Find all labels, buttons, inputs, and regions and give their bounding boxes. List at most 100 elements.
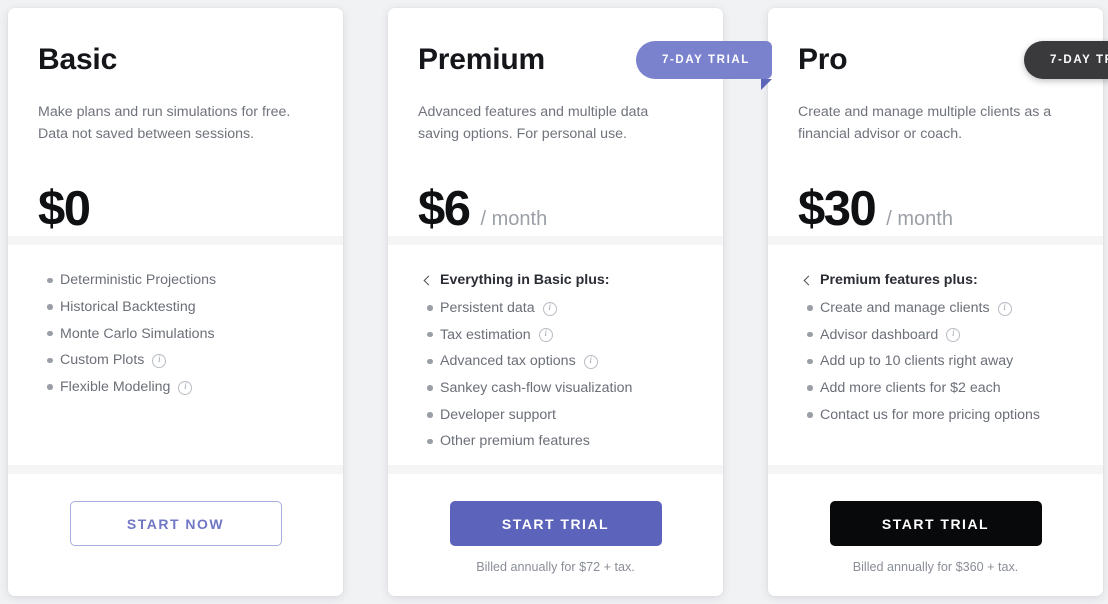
- feature-label: Add more clients for $2 each: [820, 380, 1001, 397]
- feature-label: Flexible Modeling: [60, 379, 171, 396]
- cta-button-basic[interactable]: START NOW: [69, 501, 282, 546]
- plan-price-period: / month: [480, 208, 548, 230]
- bullet-icon: [794, 385, 816, 391]
- plan-header: Premium 7-DAY TRIAL Advanced features and …: [388, 8, 772, 236]
- plan-header: Pro7-DAY TRIAL Create and manage multiple…: [768, 8, 1108, 236]
- bullet-icon: [414, 385, 436, 391]
- feature-item: Custom Plots i: [34, 347, 317, 374]
- bullet-icon: [414, 305, 436, 311]
- feature-item: Flexible Modeling i: [34, 374, 317, 401]
- info-icon[interactable]: i: [542, 301, 557, 316]
- feature-list: Deterministic Projections Historical Back…: [34, 267, 317, 400]
- billing-note: Billed annually for $72 + tax.: [476, 560, 635, 574]
- feature-label: Sankey cash-flow visualization: [440, 380, 633, 397]
- plan-title-row: Premium 7-DAY TRIAL: [418, 40, 772, 90]
- bullet-icon: [34, 357, 56, 364]
- plan-footer: START TRIAL Billed annually for $72 + tax…: [388, 474, 723, 596]
- plan-footer: START TRIAL Billed annually for $360 + ta…: [768, 474, 1103, 596]
- feature-label: Persistent data: [440, 300, 535, 317]
- bullet-glyph: [807, 331, 813, 338]
- feature-label: Advanced tax options: [440, 353, 576, 370]
- chevron-left-icon: [414, 275, 436, 286]
- bullet-icon: [794, 305, 816, 311]
- feature-item: Add up to 10 clients right away: [794, 348, 1077, 375]
- bullet-icon: [34, 277, 56, 284]
- plan-description: Advanced features and multiple data savi…: [418, 104, 649, 142]
- chevron-left-glyph: [803, 275, 814, 286]
- bullet-icon: [34, 330, 56, 337]
- feature-item: Other premium features: [414, 428, 697, 455]
- plan-price-amount: $6: [418, 182, 471, 236]
- plan-price-row: $6 / month: [418, 183, 693, 235]
- feature-label: Premium features plus:: [820, 272, 978, 289]
- cta-button-premium[interactable]: START TRIAL: [449, 501, 662, 546]
- feature-list: Everything in Basic plus: Persistent data…: [414, 267, 697, 455]
- bullet-icon: [34, 304, 56, 310]
- feature-label: Custom Plots: [60, 352, 145, 369]
- bullet-glyph: [47, 277, 53, 284]
- feature-label: Tax estimation: [440, 326, 531, 343]
- feature-label: Add up to 10 clients right away: [820, 353, 1014, 370]
- bullet-glyph: [807, 358, 813, 365]
- feature-item: Tax estimation i: [414, 321, 697, 348]
- trial-badge: 7-DAY TRIAL: [1024, 41, 1108, 79]
- feature-label: Monte Carlo Simulations: [60, 325, 215, 342]
- feature-item: Advanced tax options i: [414, 348, 697, 375]
- feature-label: Contact us for more pricing options: [820, 406, 1041, 423]
- plan-footer: START NOW: [8, 474, 343, 596]
- bullet-icon: [794, 331, 816, 338]
- feature-label: Other premium features: [440, 433, 590, 450]
- info-icon[interactable]: i: [178, 380, 193, 395]
- bullet-icon: [794, 412, 816, 418]
- bullet-icon: [414, 358, 436, 365]
- feature-item: Advisor dashboard i: [794, 321, 1077, 348]
- bullet-glyph: [427, 438, 433, 445]
- bullet-glyph: [47, 357, 53, 364]
- info-icon[interactable]: i: [538, 328, 553, 343]
- feature-label: Developer support: [440, 406, 556, 423]
- feature-item: Historical Backtesting: [34, 294, 317, 321]
- bullet-icon: [34, 384, 56, 390]
- feature-item: Persistent data i: [414, 295, 697, 322]
- feature-label: Everything in Basic plus:: [440, 272, 610, 289]
- plan-features: Deterministic Projections Historical Back…: [8, 236, 343, 474]
- bullet-icon: [414, 438, 436, 445]
- info-icon[interactable]: i: [946, 328, 961, 343]
- plan-features: Everything in Basic plus: Persistent data…: [388, 236, 723, 474]
- feature-label: Deterministic Projections: [60, 272, 217, 289]
- feature-item: Contact us for more pricing options: [794, 401, 1077, 428]
- info-icon[interactable]: i: [997, 301, 1012, 316]
- plan-price-row: $30 / month: [798, 183, 1073, 235]
- bullet-icon: [414, 331, 436, 338]
- bullet-glyph: [807, 385, 813, 391]
- feature-group-heading: Premium features plus:: [794, 267, 1077, 294]
- feature-label: Advisor dashboard: [820, 326, 939, 343]
- info-icon[interactable]: i: [583, 354, 598, 369]
- plan-card-pro: Pro7-DAY TRIAL Create and manage multiple…: [768, 8, 1108, 596]
- plan-price-period: / month: [886, 208, 953, 230]
- plan-title-row: Pro7-DAY TRIAL: [798, 40, 1108, 84]
- plan-description: Make plans and run simulations for free.…: [38, 104, 291, 142]
- feature-group-heading: Everything in Basic plus:: [414, 267, 697, 294]
- feature-item: Create and manage clients i: [794, 295, 1077, 322]
- feature-list: Premium features plus: Create and manage …: [794, 267, 1077, 428]
- trial-badge: 7-DAY TRIAL: [636, 41, 772, 90]
- feature-item: Sankey cash-flow visualization: [414, 375, 697, 402]
- bullet-glyph: [47, 384, 53, 390]
- bullet-glyph: [47, 330, 53, 337]
- feature-item: Developer support: [414, 401, 697, 428]
- info-icon[interactable]: i: [152, 353, 167, 368]
- plan-features: Premium features plus: Create and manage …: [768, 236, 1103, 474]
- bullet-glyph: [427, 358, 433, 365]
- cta-button-pro[interactable]: START TRIAL: [829, 501, 1042, 546]
- plan-card-basic: Basic Make plans and run simulations for …: [8, 8, 343, 596]
- bullet-glyph: [427, 331, 433, 338]
- plan-title: Basic: [38, 43, 118, 76]
- chevron-left-glyph: [423, 275, 434, 286]
- feature-item: Add more clients for $2 each: [794, 375, 1077, 402]
- plan-title-row: Basic: [38, 40, 313, 84]
- bullet-glyph: [807, 412, 813, 418]
- bullet-icon: [414, 412, 436, 418]
- plan-description: Create and manage multiple clients as a …: [798, 104, 1052, 142]
- chevron-left-icon: [794, 275, 816, 286]
